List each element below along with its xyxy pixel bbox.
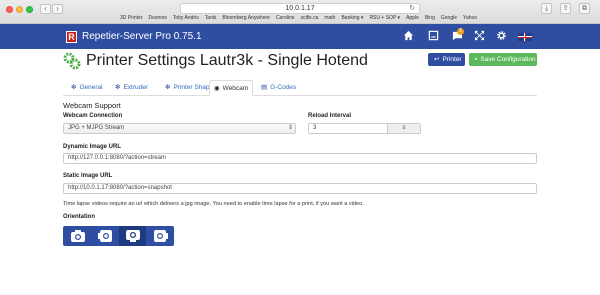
app-title[interactable]: Repetier-Server Pro 0.75.1 [82, 31, 202, 43]
bookmark[interactable]: Bing [425, 15, 435, 23]
bookmark[interactable]: Yahoo [463, 15, 477, 23]
dynamic-url-label: Dynamic Image URL [63, 144, 122, 150]
static-url-input[interactable]: http://10.0.1.17:8080/?action=snapshot [63, 183, 537, 194]
app-logo[interactable]: R [66, 31, 77, 43]
reload-icon[interactable]: ↻ [409, 4, 415, 14]
tab-general[interactable]: ✻ General [67, 80, 107, 96]
tab-gcodes[interactable]: ▤ G-Codes [257, 80, 300, 96]
close-window-button[interactable] [6, 6, 13, 13]
tab-extruder[interactable]: ✻ Extruder [111, 80, 152, 96]
orientation-0-button[interactable] [64, 226, 91, 246]
printer-button-label: Printer [442, 56, 462, 63]
tab-label: G-Codes [270, 84, 297, 91]
save-button-label: Save Configuration [480, 56, 536, 63]
bookmark[interactable]: Tanki [205, 15, 217, 23]
bookmark[interactable]: 3D Printer [120, 15, 143, 23]
settings-tabs: ✻ General ✻ Extruder ✻ Printer Shape ◉ Webca… [63, 80, 537, 96]
bookmarks-bar: 3D Printer Desmos Toby Andris Tanki Bloo… [120, 15, 477, 23]
camera-rotated-icon [98, 230, 112, 242]
gears-icon: ✻ [71, 84, 77, 91]
bookmark[interactable]: RSU + SOP ▾ [369, 15, 400, 23]
connection-select[interactable]: JPG + MJPG Stream ⇕ [63, 123, 296, 134]
dynamic-url-input[interactable]: http://127.0.0.1:8080/?action=stream [63, 153, 537, 164]
zoom-window-button[interactable] [26, 6, 33, 13]
home-icon[interactable] [402, 30, 414, 42]
address-text: 10.0.1.17 [285, 5, 315, 12]
connection-label: Webcam Connection [63, 113, 123, 119]
save-configuration-button[interactable]: ▪ Save Configuration [469, 53, 537, 66]
section-title: Webcam Support [63, 101, 121, 110]
page-title: Printer Settings Lautr3k - Single Hotend [86, 52, 368, 69]
settings-gears-icon [63, 52, 81, 70]
address-bar[interactable]: 10.0.1.17 ↻ [180, 3, 420, 14]
gears-icon: ✻ [115, 84, 121, 91]
camera-icon [71, 230, 85, 242]
static-url-label: Static Image URL [63, 173, 113, 179]
help-text: Time lapse videos require an url which d… [63, 201, 364, 207]
download-icon[interactable]: ⤓ [541, 3, 552, 14]
floppy-disk-icon: ▪ [475, 56, 478, 63]
tab-label: Webcam [222, 85, 249, 92]
uk-flag-icon[interactable] [518, 33, 532, 41]
webcam-icon: ◉ [214, 85, 220, 92]
tabs-icon[interactable]: ⧉ [579, 3, 590, 14]
reload-unit: s [387, 123, 421, 134]
back-to-printer-button[interactable]: ↩ Printer [428, 53, 465, 66]
minimize-window-button[interactable] [16, 6, 23, 13]
reload-input[interactable]: 3 [308, 123, 388, 134]
browser-toolbar: ‹ › 10.0.1.17 ↻ ⤓ ⇪ ⧉ 3D Printer Desmos … [0, 0, 600, 24]
message-count-badge: 1 [457, 28, 464, 35]
bookmark[interactable]: Banking ▾ [341, 15, 363, 23]
connection-value: JPG + MJPG Stream [68, 125, 125, 131]
select-arrows-icon: ⇕ [287, 125, 293, 131]
bookmark[interactable]: Caroline [276, 15, 295, 23]
document-icon[interactable] [427, 30, 439, 42]
bookmark[interactable]: Toby Andris [173, 15, 199, 23]
forward-icon[interactable]: › [52, 4, 63, 14]
reply-arrow-icon: ↩ [434, 56, 440, 63]
orientation-180-button[interactable] [119, 226, 146, 246]
reload-label: Reload Interval [308, 113, 352, 119]
document-icon: ▤ [261, 84, 268, 91]
tab-webcam[interactable]: ◉ Webcam [209, 80, 253, 96]
orientation-270-button[interactable] [146, 226, 173, 246]
back-icon[interactable]: ‹ [40, 4, 51, 14]
bookmark[interactable]: math [324, 15, 335, 23]
tab-label: Extruder [123, 84, 149, 91]
orientation-90-button[interactable] [92, 226, 119, 246]
bookmark[interactable]: scifis.ca [301, 15, 319, 23]
bookmark[interactable]: Apple [406, 15, 419, 23]
share-icon[interactable]: ⇪ [560, 3, 571, 14]
orientation-label: Orientation [63, 214, 96, 220]
camera-rotated-icon [154, 230, 168, 242]
tab-label: Printer Shape [173, 84, 214, 91]
orientation-button-group [63, 226, 174, 246]
bookmark[interactable]: Desmos [149, 15, 167, 23]
expand-icon[interactable] [473, 30, 485, 42]
tab-label: General [79, 84, 103, 91]
gears-icon: ✻ [165, 84, 171, 91]
camera-flipped-icon [126, 230, 140, 242]
bookmark[interactable]: Google [441, 15, 457, 23]
gear-icon[interactable] [495, 30, 507, 42]
bookmark[interactable]: Bloomberg Anywhere [222, 15, 270, 23]
